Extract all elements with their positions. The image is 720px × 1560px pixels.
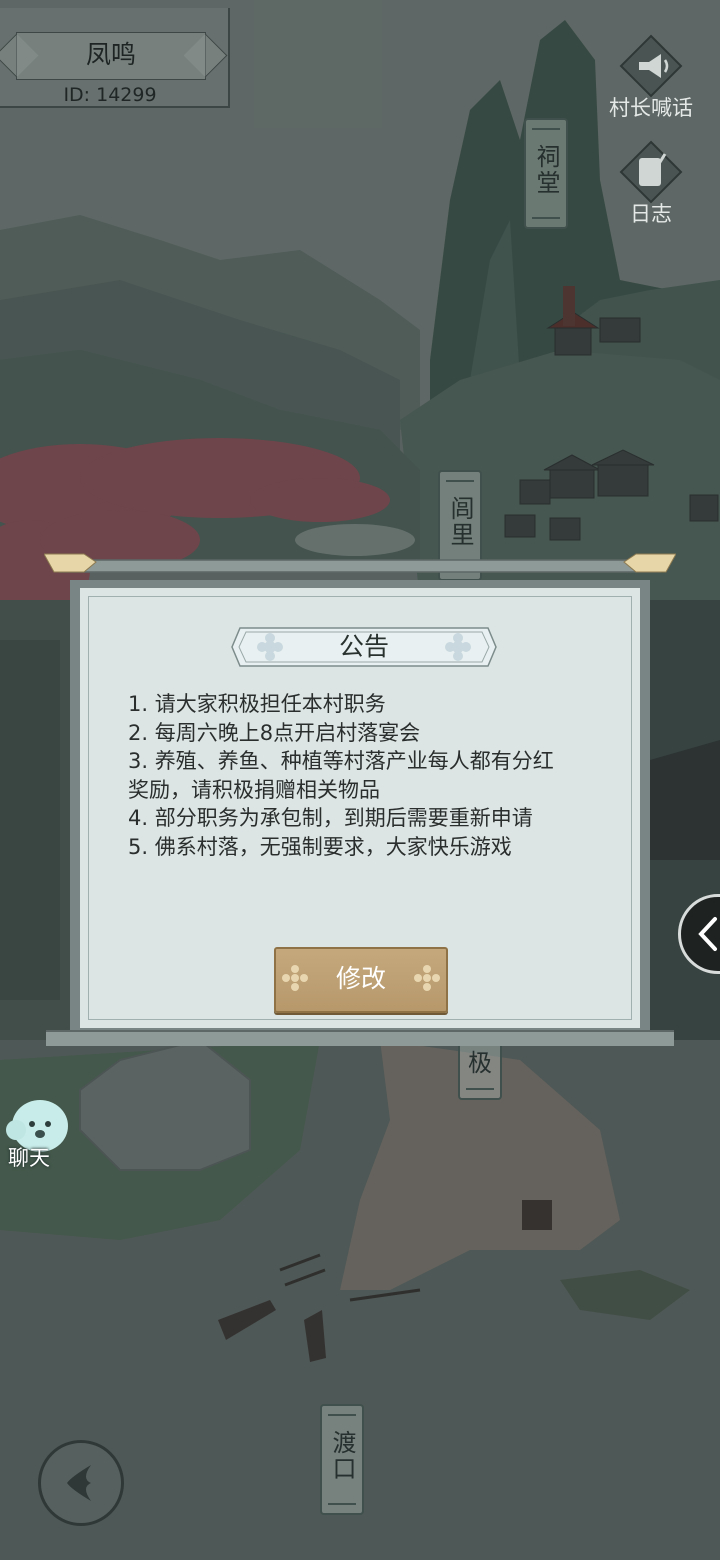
player-info-panel[interactable]: 凤鸣 ID: 14299 [0, 8, 230, 108]
player-name: 凤鸣 [85, 40, 136, 69]
player-id: ID: 14299 [63, 84, 157, 106]
announcement-list: 1. 请大家积极担任本村职务 2. 每周六晚上8点开启村落宴会 3. 养殖、养鱼… [128, 690, 568, 861]
ancestral-hall-sign[interactable]: 祠堂 [524, 118, 568, 229]
village-chief-shout-label: 村长喊话 [609, 96, 693, 120]
chat-label[interactable]: 聊天 [8, 1142, 50, 1172]
scroll-bottom-rod [46, 1030, 674, 1046]
ferry-sign[interactable]: 渡口 [320, 1404, 364, 1515]
flower-ornament-icon [414, 965, 440, 991]
back-arrow-icon [67, 1465, 91, 1501]
announcement-panel: 公告 1. 请大家积极担任本村职务 2. 每周六晚上8点开启村落宴会 3. 养殖… [70, 580, 650, 1036]
megaphone-icon [619, 34, 683, 98]
announcement-item: 1. 请大家积极担任本村职务 [128, 692, 386, 716]
edit-button-label: 修改 [335, 964, 386, 993]
ferry-label: 渡口 [328, 1430, 356, 1482]
village-chief-shout-button[interactable]: 村长喊话 [596, 34, 706, 128]
partial-location-label: 极 [468, 1049, 492, 1077]
announcement-item: 5. 佛系村落，无强制要求，大家快乐游戏 [128, 834, 512, 859]
log-label: 日志 [630, 202, 672, 226]
chevron-left-icon [698, 917, 717, 951]
village-lane-label: 闾里 [446, 496, 474, 548]
player-name-plate: 凤鸣 [16, 32, 206, 80]
announcement-item: 4. 部分职务为承包制，到期后需要重新申请 [128, 806, 533, 830]
flower-ornament-icon [282, 965, 308, 991]
announcement-title: 公告 [338, 632, 389, 661]
back-button[interactable] [38, 1440, 124, 1526]
scroll-top-rod [44, 553, 676, 573]
log-button[interactable]: 日志 [596, 140, 706, 234]
scroll-quill-icon [619, 140, 683, 204]
ancestral-hall-label: 祠堂 [532, 144, 560, 196]
edit-announcement-button[interactable]: 修改 [274, 947, 448, 1013]
announcement-item: 2. 每周六晚上8点开启村落宴会 [128, 720, 421, 745]
announcement-paper: 公告 1. 请大家积极担任本村职务 2. 每周六晚上8点开启村落宴会 3. 养殖… [80, 588, 640, 1028]
announcement-item: 3. 养殖、养鱼、种植等村落产业每人都有分红奖励，请积极捐赠相关物品 [128, 749, 554, 802]
